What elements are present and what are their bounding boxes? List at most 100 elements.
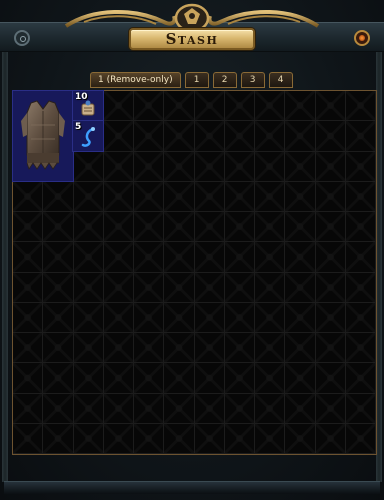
stash-cell[interactable] (164, 91, 195, 122)
stash-cell[interactable] (103, 181, 134, 212)
stash-cell[interactable] (345, 91, 376, 122)
stash-cell[interactable] (345, 393, 376, 424)
stash-cell[interactable] (194, 242, 225, 273)
stash-cell[interactable] (255, 363, 286, 394)
stash-cell[interactable] (164, 242, 195, 273)
stash-cell[interactable] (73, 423, 104, 454)
tab-1-remove-only[interactable]: 1 (Remove-only) (90, 72, 181, 88)
stash-cell[interactable] (134, 151, 165, 182)
stash-cell[interactable] (315, 363, 346, 394)
stash-cell[interactable] (345, 423, 376, 454)
inventory-item-orb[interactable]: 5 (72, 120, 104, 152)
stash-cell[interactable] (345, 242, 376, 273)
stash-cell[interactable] (224, 333, 255, 364)
stash-cell[interactable] (255, 121, 286, 152)
stash-cell[interactable] (103, 121, 134, 152)
stash-cell[interactable] (103, 272, 134, 303)
stash-cell[interactable] (103, 423, 134, 454)
stash-cell[interactable] (134, 333, 165, 364)
tab-2[interactable]: 2 (212, 72, 237, 88)
stash-cell[interactable] (285, 272, 316, 303)
tab-3[interactable]: 3 (240, 72, 265, 88)
stash-cell[interactable] (164, 181, 195, 212)
stash-cell[interactable] (194, 272, 225, 303)
stash-cell[interactable] (345, 181, 376, 212)
stash-cell[interactable] (43, 333, 74, 364)
stash-cell[interactable] (194, 302, 225, 333)
stash-cell[interactable] (134, 181, 165, 212)
stash-cell[interactable] (134, 121, 165, 152)
stash-cell[interactable] (255, 151, 286, 182)
stash-cell[interactable] (315, 393, 346, 424)
stash-cell[interactable] (285, 363, 316, 394)
stash-cell[interactable] (345, 212, 376, 243)
stash-cell[interactable] (43, 272, 74, 303)
stash-cell[interactable] (194, 212, 225, 243)
stash-cell[interactable] (73, 363, 104, 394)
stash-cell[interactable] (345, 272, 376, 303)
stash-cell[interactable] (73, 151, 104, 182)
stash-cell[interactable] (134, 393, 165, 424)
stash-cell[interactable] (285, 91, 316, 122)
stash-cell[interactable] (224, 242, 255, 273)
stash-cell[interactable] (345, 151, 376, 182)
stash-cell[interactable] (164, 363, 195, 394)
stash-cell[interactable] (224, 423, 255, 454)
stash-cell[interactable] (255, 423, 286, 454)
stash-cell[interactable] (345, 333, 376, 364)
stash-cell[interactable] (315, 212, 346, 243)
stash-cell[interactable] (285, 181, 316, 212)
stash-cell[interactable] (224, 181, 255, 212)
stash-cell[interactable] (73, 272, 104, 303)
stash-cell[interactable] (285, 151, 316, 182)
stash-cell[interactable] (224, 272, 255, 303)
stash-cell[interactable] (134, 91, 165, 122)
stash-cell[interactable] (103, 393, 134, 424)
stash-cell[interactable] (315, 91, 346, 122)
stash-cell[interactable] (164, 333, 195, 364)
stash-cell[interactable] (13, 272, 44, 303)
stash-cell[interactable] (194, 393, 225, 424)
stash-cell[interactable] (315, 121, 346, 152)
stash-cell[interactable] (43, 423, 74, 454)
stash-cell[interactable] (43, 363, 74, 394)
stash-cell[interactable] (134, 302, 165, 333)
stash-cell[interactable] (103, 91, 134, 122)
stash-cell[interactable] (345, 121, 376, 152)
stash-cell[interactable] (224, 91, 255, 122)
stash-cell[interactable] (43, 302, 74, 333)
stash-cell[interactable] (73, 242, 104, 273)
stash-cell[interactable] (43, 242, 74, 273)
stash-cell[interactable] (224, 121, 255, 152)
stash-cell[interactable] (285, 333, 316, 364)
stash-cell[interactable] (315, 302, 346, 333)
stash-cell[interactable] (224, 302, 255, 333)
stash-cell[interactable] (345, 302, 376, 333)
stash-cell[interactable] (194, 333, 225, 364)
stash-cell[interactable] (194, 151, 225, 182)
stash-cell[interactable] (194, 363, 225, 394)
stash-cell[interactable] (315, 242, 346, 273)
stash-cell[interactable] (103, 302, 134, 333)
stash-cell[interactable] (224, 363, 255, 394)
stash-cell[interactable] (285, 242, 316, 273)
stash-cell[interactable] (13, 302, 44, 333)
inventory-item-scroll[interactable]: 10 (72, 90, 104, 122)
stash-cell[interactable] (224, 151, 255, 182)
stash-cell[interactable] (73, 302, 104, 333)
stash-cell[interactable] (103, 212, 134, 243)
stash-cell[interactable] (194, 423, 225, 454)
stash-cell[interactable] (103, 333, 134, 364)
stash-cell[interactable] (194, 121, 225, 152)
tab-4[interactable]: 4 (268, 72, 293, 88)
stash-cell[interactable] (13, 363, 44, 394)
close-icon[interactable] (354, 30, 370, 46)
stash-cell[interactable] (255, 393, 286, 424)
stash-cell[interactable] (73, 212, 104, 243)
stash-cell[interactable] (73, 333, 104, 364)
stash-cell[interactable] (103, 151, 134, 182)
stash-cell[interactable] (345, 363, 376, 394)
stash-cell[interactable] (164, 393, 195, 424)
tab-1[interactable]: 1 (184, 72, 209, 88)
stash-cell[interactable] (13, 181, 44, 212)
